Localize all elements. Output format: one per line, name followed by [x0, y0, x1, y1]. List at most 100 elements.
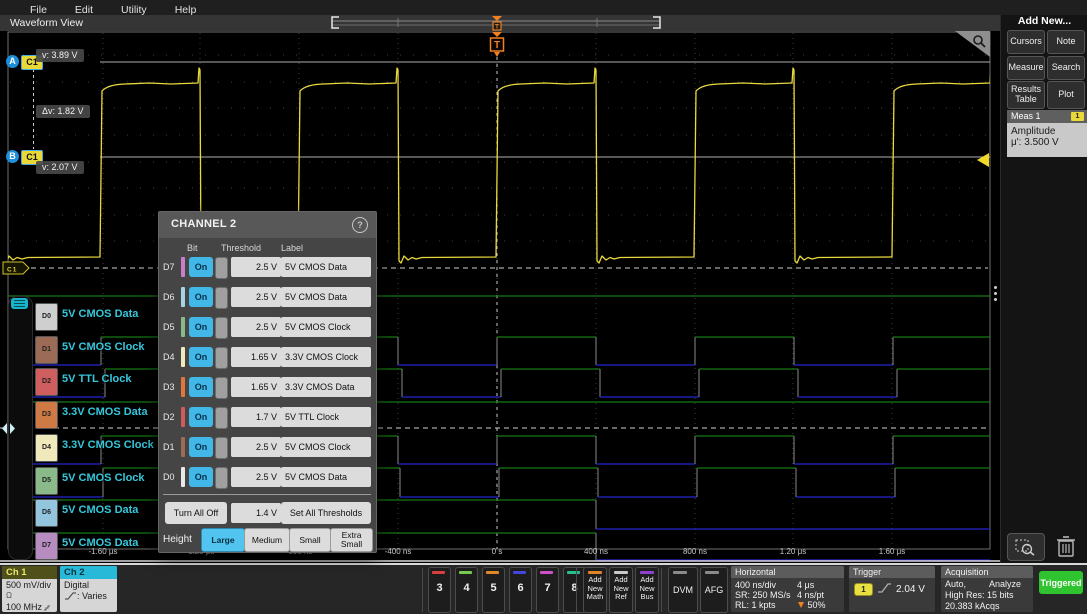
label-field-d2[interactable]: 5V TTL Clock [281, 407, 371, 427]
cursor-a-badge[interactable]: A [6, 55, 19, 68]
divider [661, 568, 662, 612]
results-sidebar: Add New... CursorsNoteMeasureSearchResul… [1000, 15, 1087, 563]
channel-6-button[interactable]: 6 [509, 567, 532, 613]
bit-name-d7: D7 [163, 262, 181, 272]
minimap-trigger-icon: T [492, 16, 502, 31]
add-new-plot-button[interactable]: Plot [1047, 81, 1085, 109]
digital-chip-d4[interactable]: D4 [35, 434, 58, 462]
height-option-large[interactable]: Large [201, 528, 245, 552]
ch2-badge[interactable]: Ch 2 Digital : Varies [60, 566, 117, 612]
bit-on-toggle-d5[interactable]: On [189, 317, 213, 337]
column-header-label: Label [281, 243, 303, 253]
meas1-value: μ': 3.500 V [1011, 137, 1087, 148]
meas1-header[interactable]: Meas 1 1 [1007, 110, 1087, 123]
horizontal-panel[interactable]: Horizontal 400 ns/div SR: 250 MS/s RL: 1… [731, 566, 844, 612]
label-field-d6[interactable]: 5V CMOS Data [281, 287, 371, 307]
add-new-measure-button[interactable]: Measure [1007, 56, 1045, 80]
add-new-cursors-button[interactable]: Cursors [1007, 30, 1045, 54]
digital-group-grip[interactable] [11, 298, 28, 309]
bit-on-toggle-d0[interactable]: On [189, 467, 213, 487]
time-label: 1.60 μs [862, 547, 922, 556]
threshold-field-d2[interactable]: 1.7 V [231, 407, 281, 427]
acquisition-overview-bar[interactable]: T [325, 15, 675, 31]
bit-on-toggle-d4[interactable]: On [189, 347, 213, 367]
bit-on-toggle-d2[interactable]: On [189, 407, 213, 427]
bit-toggle-knob-d1[interactable] [215, 437, 228, 459]
bit-toggle-knob-d6[interactable] [215, 287, 228, 309]
bit-on-toggle-d3[interactable]: On [189, 377, 213, 397]
trigger-level: 2.04 V [896, 584, 925, 595]
help-icon[interactable]: ? [352, 217, 368, 233]
threshold-field-d1[interactable]: 2.5 V [231, 437, 281, 457]
dvm-button[interactable]: DVM [668, 567, 698, 613]
turn-all-off-button[interactable]: Turn All Off [165, 502, 227, 524]
add-new-math-button[interactable]: Add New Math [583, 567, 607, 613]
threshold-field-d0[interactable]: 2.5 V [231, 467, 281, 487]
meas1-result-badge[interactable]: Amplitude μ': 3.500 V [1007, 123, 1087, 157]
add-new-note-button[interactable]: Note [1047, 30, 1085, 54]
acquisition-count: 20.383 kAcqs [945, 601, 1000, 611]
all-threshold-field[interactable]: 1.4 V [231, 503, 281, 523]
channel-4-button[interactable]: 4 [455, 567, 478, 613]
digital-group-position-marker[interactable] [1, 423, 17, 434]
divider [422, 568, 423, 612]
bit-on-toggle-d7[interactable]: On [189, 257, 213, 277]
afg-button[interactable]: AFG [700, 567, 728, 613]
digital-chip-d2[interactable]: D2 [35, 368, 58, 396]
zoom-mode-button[interactable] [1007, 533, 1045, 561]
digital-chip-d3[interactable]: D3 [35, 401, 58, 429]
channel-7-button[interactable]: 7 [536, 567, 559, 613]
trigger-panel[interactable]: Trigger 1 2.04 V [849, 566, 935, 612]
threshold-field-d3[interactable]: 1.65 V [231, 377, 281, 397]
digital-chip-d1[interactable]: D1 [35, 336, 58, 364]
height-option-extra-small[interactable]: Extra Small [330, 528, 373, 552]
digital-chip-d7[interactable]: D7 [35, 532, 58, 560]
height-option-small[interactable]: Small [289, 528, 331, 552]
acquisition-panel[interactable]: Acquisition Auto, Analyze High Res: 15 b… [941, 566, 1033, 612]
trash-button[interactable] [1053, 533, 1079, 559]
horizontal-scale: 400 ns/div [735, 580, 776, 590]
bit-toggle-knob-d5[interactable] [215, 317, 228, 339]
channel2-dialog-titlebar[interactable]: CHANNEL 2 ? [159, 212, 376, 238]
bit-toggle-knob-d7[interactable] [215, 257, 228, 279]
cursor-b-badge[interactable]: B [6, 150, 19, 163]
channel-3-button[interactable]: 3 [428, 567, 451, 613]
threshold-field-d4[interactable]: 1.65 V [231, 347, 281, 367]
settings-bar: Ch 1 500 mV/div Ω 100 MHz Ch 2 Digital :… [0, 563, 1087, 614]
ch1-badge[interactable]: Ch 1 500 mV/div Ω 100 MHz [2, 566, 57, 612]
bit-on-toggle-d6[interactable]: On [189, 287, 213, 307]
acquisition-mode: Auto, [945, 579, 966, 589]
ch2-name: Ch 2 [60, 566, 117, 579]
digital-chip-d0[interactable]: D0 [35, 303, 58, 331]
digital-chip-d5[interactable]: D5 [35, 467, 58, 495]
add-new-search-button[interactable]: Search [1047, 56, 1085, 80]
label-field-d0[interactable]: 5V CMOS Data [281, 467, 371, 487]
label-field-d7[interactable]: 5V CMOS Data [281, 257, 371, 277]
label-field-d1[interactable]: 5V CMOS Clock [281, 437, 371, 457]
bit-toggle-knob-d0[interactable] [215, 467, 228, 489]
label-field-d3[interactable]: 3.3V CMOS Data [281, 377, 371, 397]
bit-toggle-knob-d3[interactable] [215, 377, 228, 399]
bit-toggle-knob-d2[interactable] [215, 407, 228, 429]
digital-chip-d6[interactable]: D6 [35, 499, 58, 527]
channel-5-button[interactable]: 5 [482, 567, 505, 613]
height-option-medium[interactable]: Medium [244, 528, 290, 552]
panel-splitter-handle[interactable] [994, 283, 997, 301]
sample-rate: SR: 250 MS/s [735, 590, 791, 600]
add-new-ref-button[interactable]: Add New Ref [609, 567, 633, 613]
threshold-field-d5[interactable]: 2.5 V [231, 317, 281, 337]
add-new-results-table-button[interactable]: Results Table [1007, 81, 1045, 109]
label-field-d5[interactable]: 5V CMOS Clock [281, 317, 371, 337]
digital-label-d4: 3.3V CMOS Clock [62, 439, 154, 451]
bit-color-d0 [181, 467, 185, 487]
label-field-d4[interactable]: 3.3V CMOS Clock [281, 347, 371, 367]
set-all-thresholds-button[interactable]: Set All Thresholds [281, 502, 371, 524]
threshold-field-d7[interactable]: 2.5 V [231, 257, 281, 277]
magnifier-icon [972, 34, 987, 49]
add-new-bus-button[interactable]: Add New Bus [635, 567, 659, 613]
tab-waveform-view[interactable]: Waveform View [10, 17, 83, 29]
threshold-field-d6[interactable]: 2.5 V [231, 287, 281, 307]
bit-on-toggle-d1[interactable]: On [189, 437, 213, 457]
bit-toggle-knob-d4[interactable] [215, 347, 228, 369]
trigger-position-flag[interactable]: T [485, 31, 509, 59]
